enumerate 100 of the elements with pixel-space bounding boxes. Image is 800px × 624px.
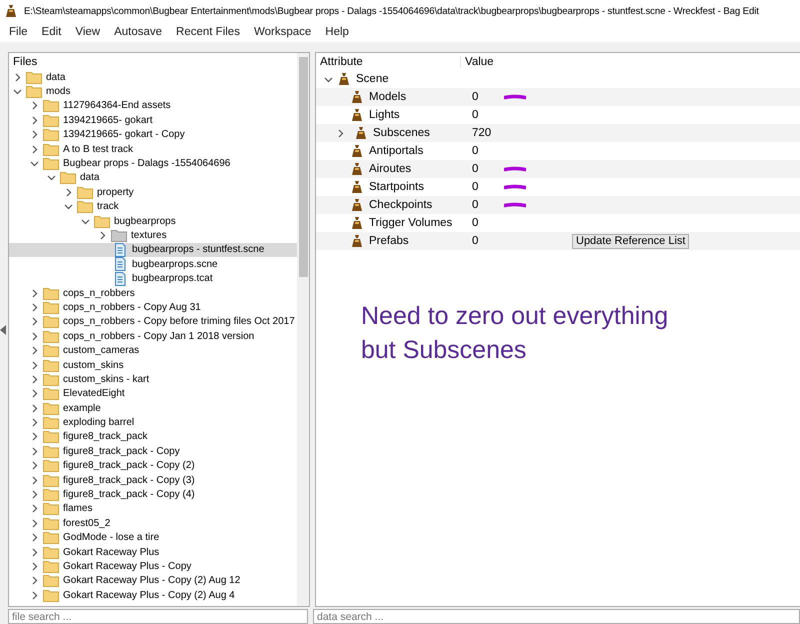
tree-item-label[interactable]: figure8_track_pack - Copy (4) bbox=[63, 489, 195, 500]
expand-chevron-icon[interactable] bbox=[336, 128, 345, 138]
menu-item[interactable]: Workspace bbox=[246, 26, 318, 38]
expand-chevron-icon[interactable] bbox=[98, 230, 107, 240]
data-search-field[interactable]: data search ... bbox=[313, 609, 800, 624]
expand-chevron-icon[interactable] bbox=[30, 130, 39, 140]
tree-item-label[interactable]: figure8_track_pack - Copy (2) bbox=[63, 460, 195, 472]
tree-item-label[interactable]: bugbearprops.scne bbox=[132, 258, 218, 270]
tree-item-label[interactable]: flames bbox=[63, 503, 92, 514]
tree-item-label[interactable]: figure8_track_pack bbox=[63, 431, 148, 442]
menu-item[interactable]: File bbox=[2, 26, 35, 38]
expand-chevron-icon[interactable] bbox=[30, 576, 39, 586]
tree-item-label[interactable]: figure8_track_pack - Copy (3) bbox=[63, 474, 195, 486]
file-search-field[interactable]: file search ... bbox=[8, 609, 308, 624]
tree-item-label[interactable]: cops_n_robbers - Copy Aug 31 bbox=[63, 302, 201, 313]
tree-item-label[interactable]: cops_n_robbers - Copy before triming files Oct 2017 bbox=[63, 316, 295, 328]
tree-item-label[interactable]: A to B test track bbox=[63, 144, 134, 155]
collapse-chevron-icon[interactable] bbox=[30, 159, 39, 168]
attribute-name[interactable]: Antiportals bbox=[369, 145, 424, 157]
folder-icon bbox=[43, 114, 59, 127]
tree-item-label[interactable]: textures bbox=[131, 230, 167, 241]
tree-item-label[interactable]: Gokart Raceway Plus - Copy (2) Aug 4 bbox=[63, 590, 235, 601]
expand-chevron-icon[interactable] bbox=[30, 302, 39, 312]
attribute-name[interactable]: Models bbox=[369, 91, 406, 103]
tree-item-label[interactable]: exploding barrel bbox=[63, 417, 134, 428]
expand-chevron-icon[interactable] bbox=[30, 562, 39, 571]
tree-item-label[interactable]: 1394219665- gokart bbox=[63, 114, 153, 126]
attribute-name[interactable]: Airoutes bbox=[369, 163, 412, 175]
expand-chevron-icon[interactable] bbox=[13, 72, 22, 82]
expand-chevron-icon[interactable] bbox=[30, 518, 39, 528]
tree-item-label[interactable]: Gokart Raceway Plus - Copy (2) Aug 12 bbox=[63, 575, 240, 586]
tree-item-label[interactable]: GodMode - lose a tire bbox=[63, 532, 160, 544]
expand-chevron-icon[interactable] bbox=[30, 548, 39, 557]
folder-icon bbox=[43, 330, 59, 343]
tree-item-label[interactable]: 1394219665- gokart - Copy bbox=[63, 129, 185, 140]
expand-chevron-icon[interactable] bbox=[30, 418, 39, 428]
tree-item-label[interactable]: Bugbear props - Dalags -1554064696 bbox=[63, 158, 230, 170]
expand-chevron-icon[interactable] bbox=[30, 432, 39, 442]
tree-item-label[interactable]: 1127964364-End assets bbox=[63, 100, 171, 112]
tree-item-label[interactable]: ElevatedEight bbox=[63, 388, 125, 400]
menu-item[interactable]: Autosave bbox=[107, 26, 170, 38]
tree-item-label[interactable]: Gokart Raceway Plus - Copy bbox=[63, 560, 192, 572]
tree-item-label[interactable]: forest05_2 bbox=[63, 518, 110, 529]
expand-chevron-icon[interactable] bbox=[30, 533, 39, 542]
collapse-chevron-icon[interactable] bbox=[324, 74, 333, 84]
tree-item-label[interactable]: mods bbox=[46, 86, 70, 98]
column-header[interactable]: Attribute bbox=[316, 56, 461, 68]
collapse-chevron-icon[interactable] bbox=[47, 173, 56, 182]
scrollbar[interactable] bbox=[297, 53, 309, 606]
attribute-name[interactable]: Prefabs bbox=[369, 235, 409, 247]
tree-item-label[interactable]: bugbearprops.tcat bbox=[132, 273, 213, 284]
expand-chevron-icon[interactable] bbox=[30, 144, 39, 154]
tree-item-label[interactable]: cops_n_robbers - Copy Jan 1 2018 version bbox=[63, 330, 254, 342]
tree-item-label[interactable]: example bbox=[63, 402, 101, 414]
expand-chevron-icon[interactable] bbox=[30, 317, 39, 326]
expand-chevron-icon[interactable] bbox=[30, 590, 39, 600]
expand-chevron-icon[interactable] bbox=[64, 188, 73, 197]
tree-item-label[interactable]: data bbox=[46, 72, 66, 83]
tree-item-label[interactable]: data bbox=[80, 172, 100, 184]
attribute-name[interactable]: Startpoints bbox=[369, 181, 424, 193]
attribute-value: 0 bbox=[472, 163, 480, 175]
menu-item[interactable]: Help bbox=[318, 26, 356, 38]
attribute-name[interactable]: Checkpoints bbox=[369, 199, 432, 211]
expand-chevron-icon[interactable] bbox=[30, 374, 39, 384]
tree-item-label[interactable]: cops_n_robbers bbox=[63, 288, 135, 299]
column-header[interactable]: Value bbox=[461, 56, 494, 68]
collapse-chevron-icon[interactable] bbox=[13, 87, 22, 96]
menu-item[interactable]: Recent Files bbox=[169, 26, 247, 38]
attribute-name[interactable]: Lights bbox=[369, 109, 400, 121]
tree-item-label[interactable]: Scene bbox=[356, 73, 389, 85]
menu-item[interactable]: Edit bbox=[34, 26, 68, 38]
update-reference-list-button[interactable]: Update Reference List bbox=[572, 234, 690, 248]
tree-item-label[interactable]: property bbox=[97, 186, 134, 198]
tree-item-label[interactable]: Gokart Raceway Plus bbox=[63, 546, 160, 558]
expand-chevron-icon[interactable] bbox=[30, 288, 39, 298]
attribute-name[interactable]: Subscenes bbox=[373, 127, 430, 139]
tree-item-label[interactable]: custom_skins bbox=[63, 360, 124, 370]
tree-item-label[interactable]: bugbearprops bbox=[114, 216, 176, 227]
attribute-name[interactable]: Trigger Volumes bbox=[369, 217, 452, 229]
expand-chevron-icon[interactable] bbox=[30, 346, 39, 356]
expand-chevron-icon[interactable] bbox=[30, 490, 39, 500]
expand-chevron-icon[interactable] bbox=[30, 116, 39, 125]
expand-chevron-icon[interactable] bbox=[30, 360, 39, 370]
tree-item-label[interactable]: custom_skins - kart bbox=[63, 374, 150, 385]
bag-icon bbox=[350, 90, 364, 104]
tree-item-label[interactable]: track bbox=[97, 201, 119, 212]
menu-item[interactable]: View bbox=[68, 26, 108, 38]
tree-item-label[interactable]: figure8_track_pack - Copy bbox=[63, 446, 180, 457]
expand-chevron-icon[interactable] bbox=[30, 404, 39, 413]
expand-chevron-icon[interactable] bbox=[30, 101, 39, 110]
expand-chevron-icon[interactable] bbox=[30, 446, 39, 456]
tree-item-label[interactable]: custom_cameras bbox=[63, 345, 140, 356]
expand-chevron-icon[interactable] bbox=[30, 389, 39, 398]
expand-chevron-icon[interactable] bbox=[30, 461, 39, 470]
collapse-chevron-icon[interactable] bbox=[81, 216, 90, 226]
collapse-arrow-icon[interactable] bbox=[0, 324, 6, 334]
collapse-chevron-icon[interactable] bbox=[64, 202, 73, 212]
expand-chevron-icon[interactable] bbox=[30, 476, 39, 485]
expand-chevron-icon[interactable] bbox=[30, 332, 39, 341]
expand-chevron-icon[interactable] bbox=[30, 504, 39, 514]
